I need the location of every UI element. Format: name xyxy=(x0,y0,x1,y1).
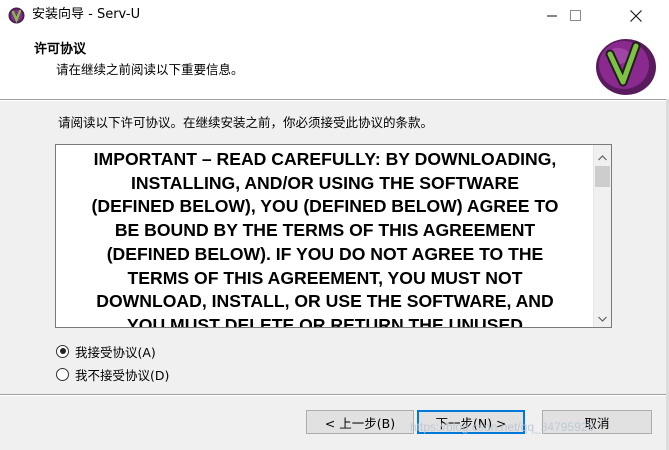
instruction-text: 请阅读以下许可协议。在继续安装之前，你必须接受此协议的条款。 xyxy=(58,115,434,130)
license-textbox[interactable]: IMPORTANT – READ CAREFULLY: BY DOWNLOADI… xyxy=(55,144,612,328)
watermark: https://blog.csdn.net/qq_34795929 xyxy=(410,420,595,434)
scroll-thumb[interactable] xyxy=(595,166,610,187)
maximize-button[interactable] xyxy=(552,0,598,31)
page-subtitle: 请在继续之前阅读以下重要信息。 xyxy=(56,62,244,77)
close-button[interactable] xyxy=(613,0,659,31)
app-icon xyxy=(8,7,25,24)
chevron-down-icon xyxy=(598,307,607,326)
maximize-icon xyxy=(569,10,581,21)
accept-option[interactable]: 我接受协议(A) xyxy=(56,341,156,361)
scroll-up-button[interactable] xyxy=(594,147,611,164)
license-scrollbar[interactable] xyxy=(593,145,611,327)
decline-radio[interactable] xyxy=(56,367,69,381)
accept-label: 我接受协议(A) xyxy=(75,344,156,360)
header-divider-highlight xyxy=(0,100,669,101)
page-title: 许可协议 xyxy=(34,42,87,57)
window-title: 安装向导 - Serv-U xyxy=(32,7,141,22)
scroll-down-button[interactable] xyxy=(594,308,611,325)
close-icon xyxy=(630,9,642,22)
chevron-up-icon xyxy=(598,146,607,165)
license-text: IMPORTANT – READ CAREFULLY: BY DOWNLOADI… xyxy=(91,149,559,328)
footer-divider-highlight xyxy=(0,395,669,396)
decline-label: 我不接受协议(D) xyxy=(75,367,170,383)
accept-radio[interactable] xyxy=(56,344,69,358)
back-button[interactable]: < 上一步(B) xyxy=(306,410,414,434)
decline-option[interactable]: 我不接受协议(D) xyxy=(56,364,169,384)
serv-u-logo xyxy=(594,36,658,96)
